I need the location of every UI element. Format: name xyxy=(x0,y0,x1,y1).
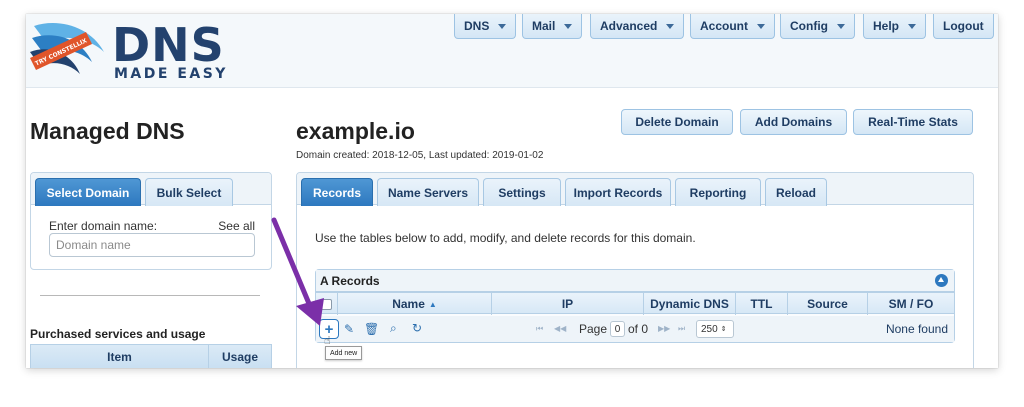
page-size-select[interactable]: 250 ⇕ xyxy=(696,320,734,338)
chevron-up-icon xyxy=(938,277,944,282)
delete-domain-button[interactable]: Delete Domain xyxy=(621,109,733,135)
sort-icon: ▲ xyxy=(428,299,437,309)
col-source[interactable]: Source xyxy=(788,293,868,315)
prev-page-icon[interactable]: ◀◀ xyxy=(554,324,566,333)
enter-domain-label: Enter domain name: xyxy=(49,219,158,233)
none-found-label: None found xyxy=(885,322,948,336)
sidebar-divider xyxy=(40,295,260,296)
see-all-link[interactable]: See all xyxy=(218,219,255,233)
nav-help[interactable]: Help xyxy=(863,14,927,39)
records-tabbar: Records Name Servers Settings Import Rec… xyxy=(297,173,973,206)
tab-reload[interactable]: Reload xyxy=(765,178,827,206)
col-dynamic-dns[interactable]: Dynamic DNS xyxy=(644,293,736,315)
nav-label: Mail xyxy=(532,19,556,33)
logo-mark-icon: TRY CONSTELLIX xyxy=(30,23,104,74)
grid-toolbar: + ✎ 🗑 ⌕ ↻ ⏮ ◀◀ Page 0 of 0 ▶▶ ⏭ 250 ⇕ No… xyxy=(316,316,954,342)
chevron-down-icon xyxy=(757,23,765,29)
logo[interactable]: TRY CONSTELLIX DNS MADE EASY xyxy=(28,18,258,84)
nav-config[interactable]: Config xyxy=(780,14,855,39)
nav-logout[interactable]: Logout xyxy=(933,14,994,39)
col-name[interactable]: Name ▲ xyxy=(338,293,492,315)
a-records-caption: A Records xyxy=(316,270,954,292)
page-label: Page xyxy=(579,322,608,336)
records-panel: Records Name Servers Settings Import Rec… xyxy=(296,172,974,368)
header: TRY CONSTELLIX DNS MADE EASY DNS Mail Ad… xyxy=(26,14,998,88)
chevron-down-icon xyxy=(498,23,507,29)
chevron-down-icon xyxy=(908,23,917,29)
usage-col-item[interactable]: Item xyxy=(31,345,209,368)
nav-label: Logout xyxy=(943,19,984,33)
nav-advanced[interactable]: Advanced xyxy=(590,14,685,39)
col-ip[interactable]: IP xyxy=(492,293,644,315)
page-size-value: 250 xyxy=(701,323,718,335)
delete-icon[interactable]: 🗑 xyxy=(364,322,379,336)
a-records-header: Name ▲ IP Dynamic DNS TTL Source SM / FO xyxy=(315,292,955,315)
tab-bulk-select[interactable]: Bulk Select xyxy=(145,178,233,206)
last-page-icon[interactable]: ⏭ xyxy=(678,324,685,334)
domain-select-panel: Select Domain Bulk Select Enter domain n… xyxy=(30,172,272,270)
chevron-down-icon xyxy=(837,23,845,29)
nav-label: Advanced xyxy=(600,19,658,33)
realtime-stats-button[interactable]: Real-Time Stats xyxy=(853,109,973,135)
col-ttl[interactable]: TTL xyxy=(736,293,788,315)
page-of-label: of 0 xyxy=(628,322,649,336)
a-records-grid: A Records Name ▲ IP Dynamic DNS TTL Sour… xyxy=(315,269,955,343)
nav-label: Config xyxy=(790,19,828,33)
nav-dns[interactable]: DNS xyxy=(454,14,517,39)
tab-records[interactable]: Records xyxy=(301,178,373,206)
tab-import-records[interactable]: Import Records xyxy=(565,178,671,206)
chevron-down-icon xyxy=(666,23,675,29)
domain-name-input[interactable]: Domain name xyxy=(49,233,255,257)
page-input[interactable]: 0 xyxy=(610,321,625,337)
collapse-icon[interactable] xyxy=(935,274,948,287)
edit-icon[interactable]: ✎ xyxy=(344,322,354,336)
nav-account[interactable]: Account xyxy=(690,14,775,39)
logo-wordmark: DNS xyxy=(112,18,225,72)
first-page-icon[interactable]: ⏮ xyxy=(536,324,543,334)
purchased-title: Purchased services and usage xyxy=(30,327,206,341)
add-new-tooltip: Add new xyxy=(325,346,363,360)
refresh-icon[interactable]: ↻ xyxy=(412,321,422,335)
browser-frame: TRY CONSTELLIX DNS MADE EASY DNS Mail Ad… xyxy=(26,14,998,368)
domain-meta: Domain created: 2018-12-05, Last updated… xyxy=(296,150,544,161)
cursor-icon: ☝ xyxy=(324,335,331,347)
tab-name-servers[interactable]: Name Servers xyxy=(377,178,479,206)
tab-reporting[interactable]: Reporting xyxy=(675,178,761,206)
updown-icon: ⇕ xyxy=(720,326,727,333)
usage-col-usage[interactable]: Usage xyxy=(209,345,271,368)
domain-title: example.io xyxy=(296,118,415,144)
records-intro: Use the tables below to add, modify, and… xyxy=(315,231,696,245)
page-title: Managed DNS xyxy=(30,118,185,144)
a-records-title: A Records xyxy=(320,274,380,288)
add-domains-button[interactable]: Add Domains xyxy=(740,109,847,135)
tab-select-domain[interactable]: Select Domain xyxy=(35,178,141,206)
usage-table-header: Item Usage xyxy=(30,344,272,368)
domain-select-tabbar: Select Domain Bulk Select xyxy=(31,173,271,206)
col-sm-fo[interactable]: SM / FO xyxy=(868,293,954,315)
col-name-label: Name xyxy=(392,297,425,311)
nav-label: DNS xyxy=(464,19,490,33)
nav-label: Account xyxy=(700,19,748,33)
search-icon[interactable]: ⌕ xyxy=(390,321,397,336)
nav-label: Help xyxy=(873,19,900,33)
nav-mail[interactable]: Mail xyxy=(522,14,583,39)
tab-settings[interactable]: Settings xyxy=(483,178,561,206)
annotation-arrow-icon xyxy=(271,217,324,326)
next-page-icon[interactable]: ▶▶ xyxy=(658,324,670,333)
chevron-down-icon xyxy=(564,23,573,29)
logo-tagline: MADE EASY xyxy=(114,66,228,82)
